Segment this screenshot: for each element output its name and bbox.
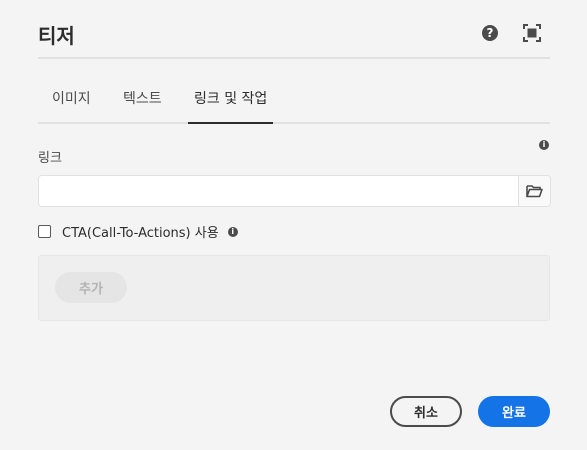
cancel-button[interactable]: 취소 <box>390 396 462 427</box>
active-tab-indicator <box>188 122 273 124</box>
folder-icon <box>526 185 543 198</box>
browse-link-button[interactable] <box>518 176 550 206</box>
cta-checkbox[interactable] <box>38 225 51 238</box>
teaser-dialog: 티저 ? 이미지 텍스트 링크 및 작업 링크 i CTA(Call-To-Ac… <box>0 0 587 450</box>
link-field <box>38 175 551 207</box>
link-input[interactable] <box>39 176 518 206</box>
dialog-title: 티저 <box>38 24 75 48</box>
header-actions: ? <box>482 24 541 42</box>
fullscreen-icon[interactable] <box>523 24 541 42</box>
link-field-label: 링크 <box>38 151 62 166</box>
link-info-icon[interactable]: i <box>539 140 549 150</box>
tab-text[interactable]: 텍스트 <box>123 88 162 108</box>
header-divider <box>38 57 550 59</box>
tab-link-and-actions[interactable]: 링크 및 작업 <box>194 88 267 108</box>
cta-checkbox-label[interactable]: CTA(Call-To-Actions) 사용 <box>62 222 219 241</box>
tab-image[interactable]: 이미지 <box>52 88 91 108</box>
tab-list: 이미지 텍스트 링크 및 작업 <box>38 80 550 124</box>
cta-option: CTA(Call-To-Actions) 사용 i <box>38 222 238 241</box>
cta-multifield: 추가 <box>38 255 550 321</box>
cta-info-icon[interactable]: i <box>227 226 238 237</box>
done-button[interactable]: 완료 <box>478 396 550 427</box>
help-icon[interactable]: ? <box>482 25 498 41</box>
add-cta-button: 추가 <box>55 272 127 303</box>
